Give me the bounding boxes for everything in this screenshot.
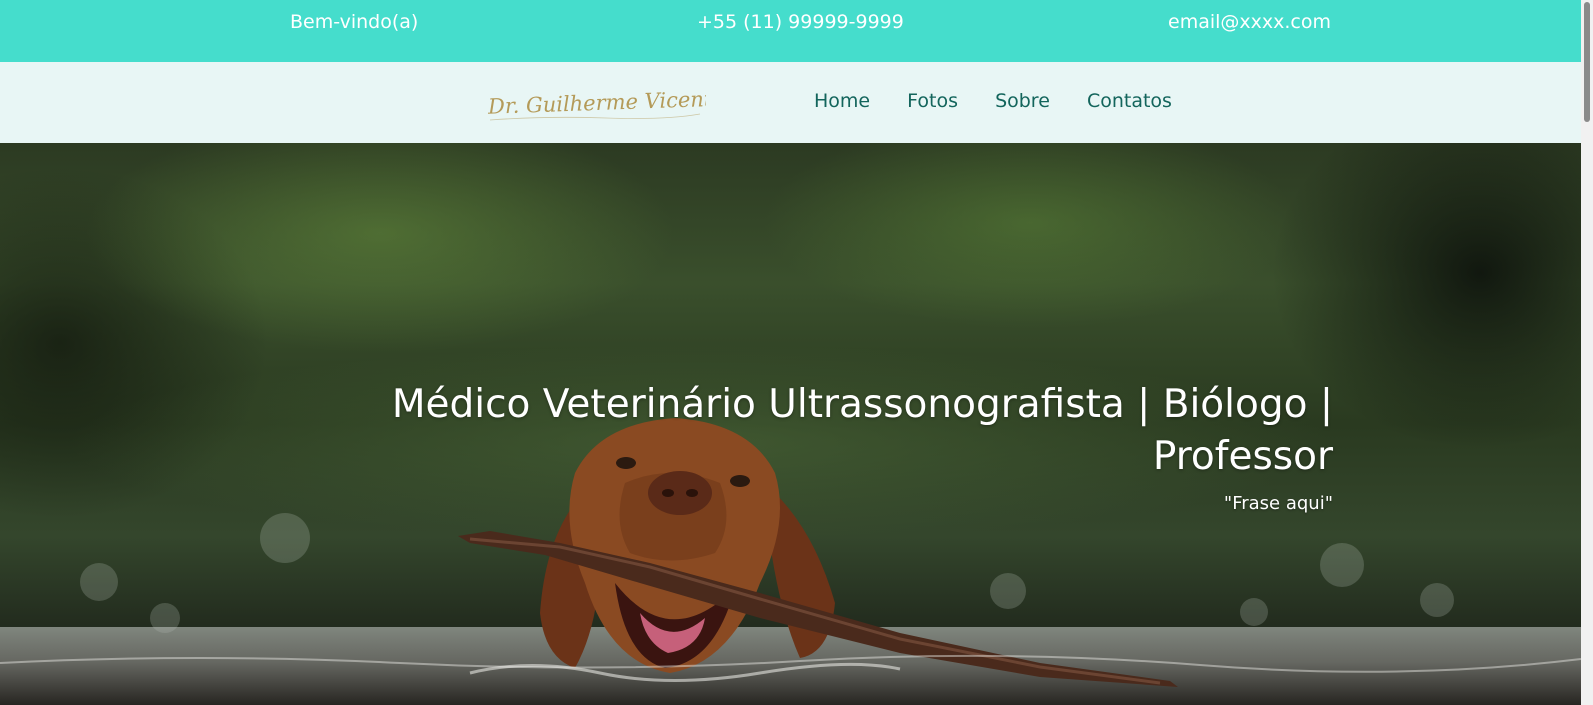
main-nav: Home Fotos Sobre Contatos — [814, 90, 1203, 112]
site-header: Dr. Guilherme Vicentin Home Fotos Sobre … — [0, 62, 1581, 143]
nav-contatos-link[interactable]: Contatos — [1087, 90, 1172, 112]
phone-text: +55 (11) 99999-9999 — [697, 11, 904, 33]
scrollbar-thumb[interactable] — [1584, 2, 1590, 122]
hero-title: Médico Veterinário Ultrassonografista | … — [391, 382, 1333, 479]
logo-text: Dr. Guilherme Vicentin — [487, 86, 706, 119]
nav-sobre-link[interactable]: Sobre — [995, 90, 1050, 112]
nav-fotos-link[interactable]: Fotos — [907, 90, 958, 112]
contact-topbar: Bem-vindo(a) +55 (11) 99999-9999 email@x… — [0, 0, 1581, 62]
hero-quote: "Frase aqui" — [1223, 493, 1333, 514]
hero-banner: Médico Veterinário Ultrassonografista | … — [0, 143, 1581, 705]
email-text: email@xxxx.com — [1168, 11, 1331, 33]
page: Bem-vindo(a) +55 (11) 99999-9999 email@x… — [0, 0, 1593, 705]
site-logo[interactable]: Dr. Guilherme Vicentin — [486, 76, 706, 130]
page-scrollbar[interactable] — [1581, 0, 1593, 705]
welcome-text: Bem-vindo(a) — [290, 11, 419, 33]
hero-text-block: Médico Veterinário Ultrassonografista | … — [333, 379, 1333, 514]
nav-home-link[interactable]: Home — [814, 90, 870, 112]
